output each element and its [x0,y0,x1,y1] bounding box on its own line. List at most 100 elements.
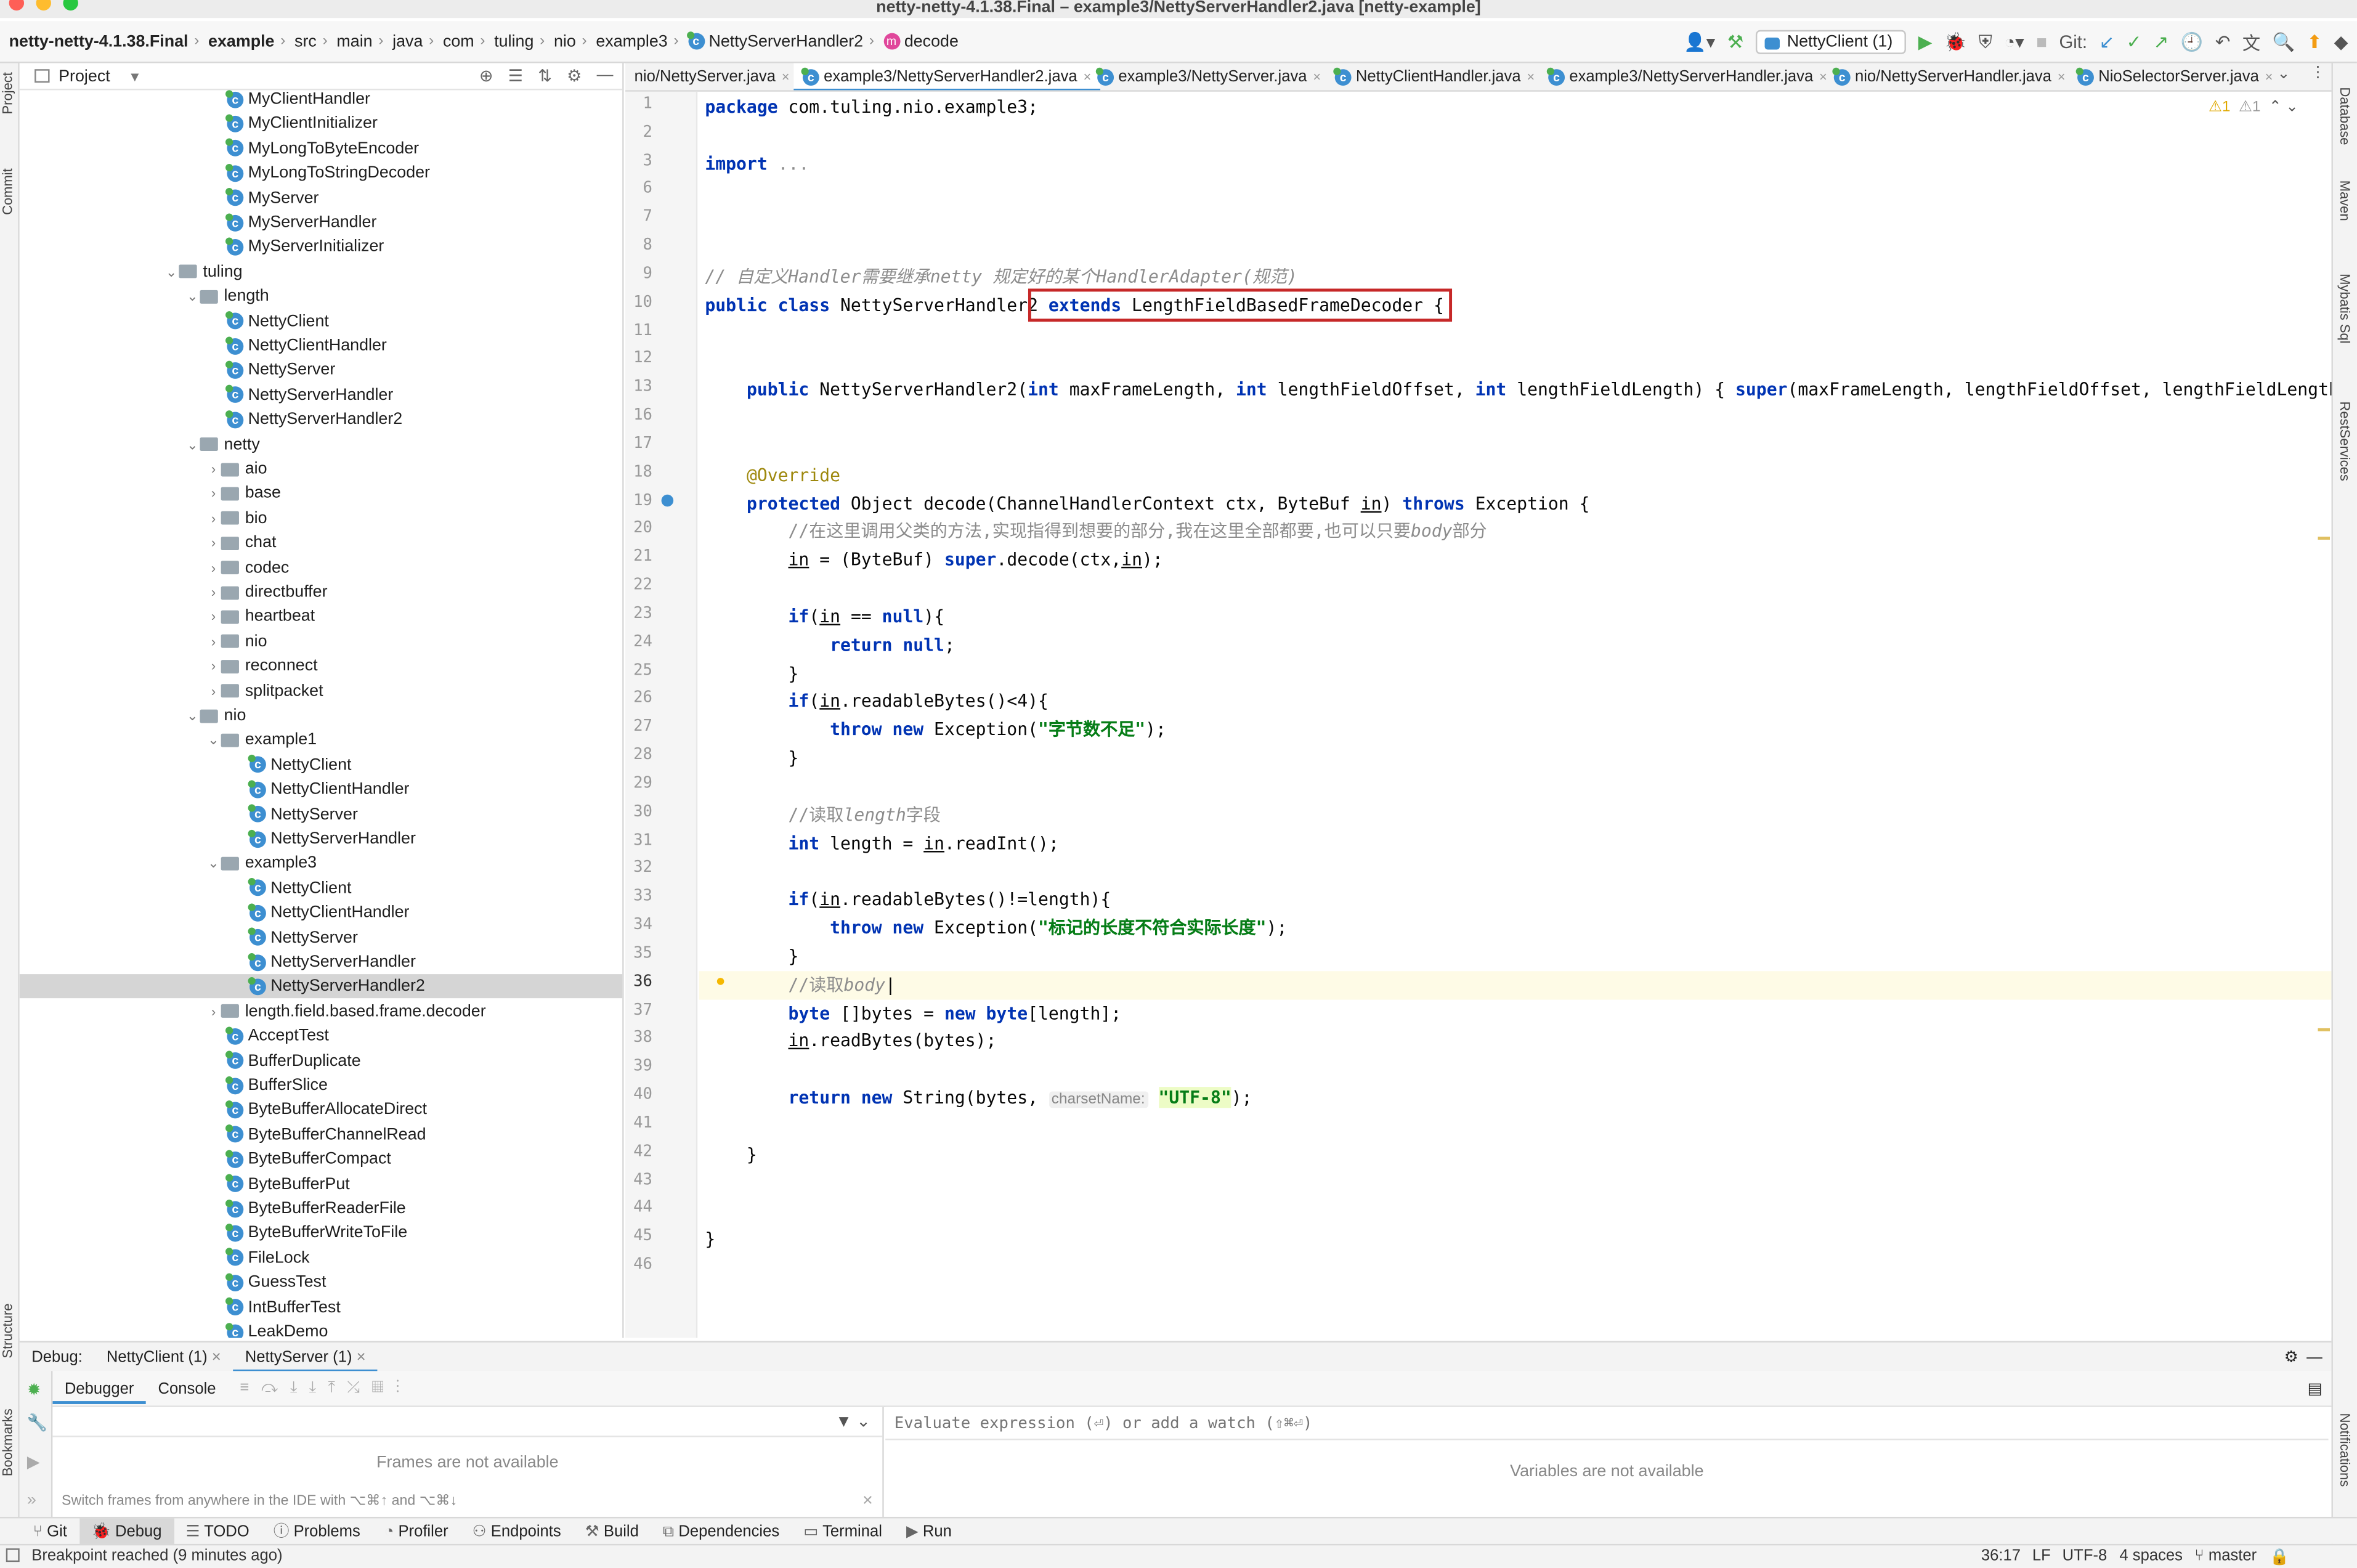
project-panel-title[interactable]: Project [59,67,110,85]
coverage-icon[interactable]: ⛨ [1979,31,1992,54]
code-line[interactable]: return new String(bytes, charsetName: "U… [705,1086,1252,1110]
chevron-down-icon[interactable]: ⌄ [164,260,179,284]
line-number[interactable]: 16 [625,406,652,424]
code-line[interactable]: //读取body| [705,972,896,996]
tree-folder[interactable]: ⌄ example3 [20,851,622,875]
line-number[interactable]: 32 [625,859,652,877]
editor-tab[interactable]: c example3/NettyServerHandler2.java × [793,63,1100,91]
code-line[interactable]: } [705,1227,715,1251]
line-number[interactable]: 7 [625,208,652,225]
tree-class-item[interactable]: c NettyClientHandler [20,901,622,925]
tree-class-item[interactable]: c BufferDuplicate [20,1049,622,1073]
translate-icon[interactable]: 文 [2242,30,2260,55]
database-tool-tab[interactable]: Database [2337,87,2352,145]
close-tab-icon[interactable]: × [1527,69,1535,84]
git-commit-icon[interactable]: ✓ [2127,31,2142,52]
run-configuration-select[interactable]: NettyClient (1) [1755,30,1907,54]
tree-class-item[interactable]: c ByteBufferAllocateDirect [20,1098,622,1122]
tree-class-item[interactable]: c NettyServerHandler [20,827,622,851]
editor-tab[interactable]: nio/NettyServer.java × [625,63,798,90]
code-line[interactable]: public NettyServerHandler2(int maxFrameL… [705,378,2331,402]
tool-window-endpoints[interactable]: ⚇ Endpoints [460,1517,573,1545]
line-number[interactable]: 36 [625,972,652,990]
chevron-down-icon[interactable]: ▼ [128,68,142,83]
tree-folder[interactable]: › codec [20,556,622,580]
line-number[interactable]: 44 [625,1199,652,1217]
line-number[interactable]: 22 [625,576,652,594]
pause-icon[interactable]: ▶ [27,1452,40,1471]
breadcrumb-item[interactable]: nio [554,32,576,50]
warning-count[interactable]: ⚠1 [2209,99,2230,116]
tree-class-item[interactable]: c NettyClient [20,309,622,333]
editor-tab[interactable]: c NioSelectorServer.java × [2068,63,2282,90]
lock-icon[interactable]: 🔒 [2270,1547,2289,1566]
tree-class-item[interactable]: c BufferSlice [20,1073,622,1097]
gear-icon[interactable]: ⚙ [567,66,582,86]
expand-all-icon[interactable]: ☰ [508,66,523,86]
debug-session-tab[interactable]: NettyClient (1) × [94,1342,233,1372]
tree-class-item[interactable]: c NettyServerHandler [20,383,622,407]
tree-class-item[interactable]: c ByteBufferPut [20,1172,622,1196]
tool-window-debug[interactable]: 🐞 Debug [79,1517,174,1545]
bookmarks-tool-tab[interactable]: Bookmarks [0,1408,15,1476]
status-toggle-icon[interactable] [6,1548,20,1562]
tree-class-item[interactable]: c IntBufferTest [20,1295,622,1319]
close-icon[interactable]: ✕ [862,1493,873,1509]
editor-tab[interactable]: c nio/NettyServerHandler.java × [1825,63,2074,90]
line-number[interactable]: 39 [625,1057,652,1075]
tree-folder[interactable]: › reconnect [20,654,622,678]
chevron-right-icon[interactable]: › [206,457,221,481]
tab-console[interactable]: Console [146,1373,228,1403]
git-branch[interactable]: ⑂ master [2194,1547,2257,1565]
line-number[interactable]: 23 [625,604,652,622]
line-number[interactable]: 12 [625,349,652,367]
debug-icon[interactable]: 🐞 [1944,31,1966,52]
tree-class-item[interactable]: c NettyServer [20,925,622,949]
chevron-down-icon[interactable]: ⌄ [185,704,200,728]
line-number[interactable]: 30 [625,802,652,820]
chevron-down-icon[interactable]: ⌄ [185,285,200,309]
breadcrumb-item[interactable]: example [208,32,274,50]
tree-class-item[interactable]: c NettyClient [20,753,622,777]
user-icon[interactable]: 👤▾ [1684,31,1715,52]
tree-class-item[interactable]: c FileLock [20,1246,622,1270]
tree-folder[interactable]: › aio [20,457,622,481]
maven-tool-tab[interactable]: Maven [2337,181,2352,221]
tree-folder[interactable]: ⌄ tuling [20,260,622,284]
code-line[interactable]: throw new Exception("标记的长度不符合实际长度"); [705,916,1287,940]
gear-icon[interactable]: ⚙ [2284,1347,2298,1365]
line-number[interactable]: 13 [625,378,652,396]
chevron-down-icon[interactable]: ⌄ [206,728,221,752]
code-line[interactable]: package com.tuling.nio.example3; [705,95,1038,119]
line-number[interactable]: 46 [625,1255,652,1273]
breadcrumb-item[interactable]: NettyServerHandler2 [708,32,863,50]
tree-class-item[interactable]: c LeakDemo [20,1320,622,1338]
line-number[interactable]: 11 [625,321,652,339]
line-number[interactable]: 34 [625,916,652,933]
tree-folder[interactable]: › directbuffer [20,580,622,604]
inspection-widget[interactable]: ⚠1 ⚠1 ⌃ ⌄ [2209,99,2298,116]
breadcrumb-item[interactable]: src [294,32,317,50]
indent-setting[interactable]: 4 spaces [2119,1547,2183,1565]
tree-class-item[interactable]: c NettyClientHandler [20,778,622,802]
tree-folder[interactable]: › chat [20,531,622,555]
code-line[interactable]: if(in == null){ [705,604,945,628]
tree-class-item[interactable]: c NettyClient [20,876,622,900]
zoom-window-icon[interactable] [63,0,78,11]
code-line[interactable]: int length = in.readInt(); [705,831,1059,855]
line-separator[interactable]: LF [2032,1547,2051,1565]
hide-icon[interactable]: — [2306,1347,2323,1365]
chevron-right-icon[interactable]: › [206,482,221,506]
rollback-icon[interactable]: ↶ [2215,31,2231,52]
minimize-window-icon[interactable] [36,0,51,11]
code-line[interactable]: protected Object decode(ChannelHandlerCo… [705,491,1589,515]
line-number[interactable]: 33 [625,887,652,905]
line-number[interactable]: 21 [625,548,652,566]
line-number[interactable]: 8 [625,236,652,254]
tree-class-item[interactable]: c MyServerInitializer [20,235,622,259]
tree-class-item[interactable]: c NettyServerHandler2 [19,975,623,999]
line-number[interactable]: 24 [625,633,652,651]
tree-folder[interactable]: › heartbeat [20,605,622,629]
notifications-tool-tab[interactable]: Notifications [2337,1413,2352,1487]
tree-class-item[interactable]: c MyServer [20,186,622,210]
